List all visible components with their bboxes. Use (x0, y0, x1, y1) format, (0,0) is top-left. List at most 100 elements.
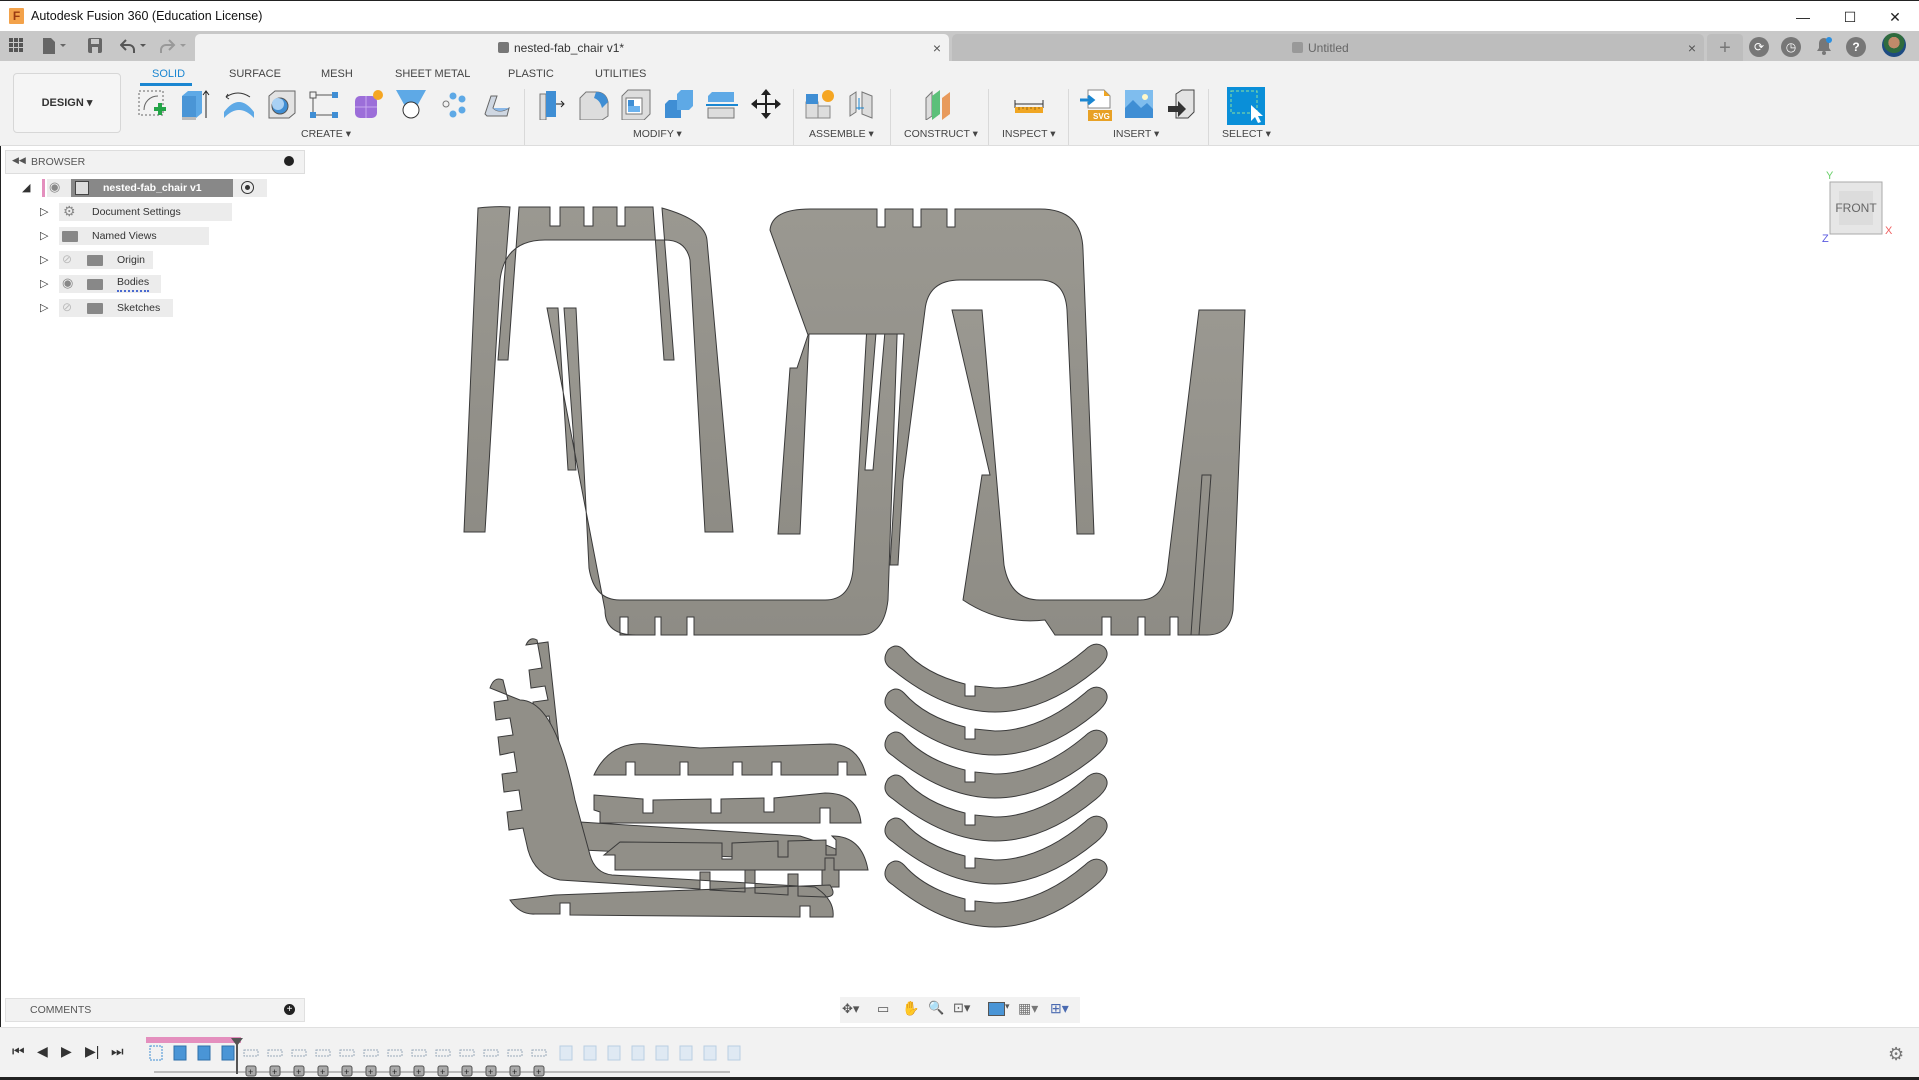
step-forward-button[interactable]: ▶| (85, 1043, 99, 1060)
split-body-icon[interactable] (706, 88, 738, 120)
circular-pattern-icon[interactable] (438, 88, 470, 120)
viewcube-face-label[interactable]: FRONT (1835, 201, 1877, 215)
pan-hand-icon[interactable]: ✋ (902, 1000, 919, 1017)
construct-menu[interactable]: CONSTRUCT ▾ (904, 128, 978, 140)
move-copy-icon[interactable] (750, 88, 782, 120)
tab-untitled[interactable]: Untitled × (952, 34, 1704, 62)
minimize-button[interactable]: — (1780, 5, 1826, 29)
new-component-icon[interactable] (804, 88, 836, 120)
history-clock-icon[interactable]: ◷ (1781, 37, 1801, 57)
grouped-feature-icon[interactable] (531, 1049, 547, 1057)
extrude-feature-icon[interactable] (221, 1045, 235, 1061)
chair-seat-slat[interactable] (593, 792, 862, 824)
save-icon[interactable] (88, 38, 102, 56)
suppressed-feature-icon[interactable] (679, 1045, 693, 1061)
chair-side-frame[interactable] (769, 208, 1095, 566)
close-window-button[interactable]: ✕ (1872, 5, 1918, 29)
new-tab-button[interactable]: + (1707, 34, 1743, 62)
offset-plane-icon[interactable] (922, 88, 954, 121)
close-tab-icon[interactable]: × (933, 34, 941, 62)
joint-icon[interactable] (846, 88, 878, 120)
modify-menu[interactable]: MODIFY ▾ (633, 128, 682, 140)
grouped-feature-icon[interactable] (507, 1049, 523, 1057)
grouped-feature-icon[interactable] (363, 1049, 379, 1057)
orbit-icon[interactable]: ✥▾ (842, 1001, 859, 1017)
tab-nested-fab-chair[interactable]: nested-fab_chair v1* × (195, 34, 949, 62)
display-settings-icon[interactable] (988, 1002, 1005, 1016)
select-tool-icon[interactable] (1227, 87, 1265, 125)
grouped-feature-icon[interactable] (459, 1049, 475, 1057)
loft-icon[interactable] (395, 88, 427, 120)
play-button[interactable]: ▶ (61, 1043, 72, 1060)
insert-menu[interactable]: INSERT ▾ (1113, 128, 1159, 140)
tab-sheet-metal[interactable]: SHEET METAL (395, 68, 470, 80)
file-menu-icon[interactable] (42, 38, 70, 57)
suppressed-feature-icon[interactable] (631, 1045, 645, 1061)
combine-icon[interactable] (663, 88, 695, 120)
notifications-bell-icon[interactable] (1814, 37, 1834, 57)
suppressed-feature-icon[interactable] (727, 1045, 741, 1061)
rectangular-pattern-icon[interactable] (308, 88, 340, 120)
suppressed-feature-icon[interactable] (607, 1045, 621, 1061)
tab-utilities[interactable]: UTILITIES (595, 68, 646, 80)
zoom-icon[interactable]: 🔍 (928, 1000, 944, 1016)
data-panel-grid-icon[interactable] (9, 38, 23, 55)
grouped-feature-icon[interactable] (243, 1049, 259, 1057)
grouped-feature-icon[interactable] (267, 1049, 283, 1057)
measure-icon[interactable] (1013, 88, 1045, 120)
insert-mesh-icon[interactable] (1166, 88, 1198, 120)
tab-plastic[interactable]: PLASTIC (508, 68, 554, 80)
extrude-feature-icon[interactable] (173, 1045, 187, 1061)
grouped-feature-icon[interactable] (339, 1049, 355, 1057)
create-form-icon[interactable] (352, 88, 384, 120)
grouped-feature-icon[interactable] (435, 1049, 451, 1057)
viewports-icon[interactable]: ⊞▾ (1050, 1000, 1069, 1017)
grouped-feature-icon[interactable] (387, 1049, 403, 1057)
close-tab-icon[interactable]: × (1688, 34, 1696, 62)
inspect-menu[interactable]: INSPECT ▾ (1002, 128, 1056, 140)
revolve-icon[interactable] (222, 88, 254, 120)
extrude-icon[interactable] (178, 88, 210, 120)
timeline-features[interactable]: + + + + + + + + + + + + + (140, 1038, 750, 1078)
grouped-feature-icon[interactable] (483, 1049, 499, 1057)
suppressed-feature-icon[interactable] (583, 1045, 597, 1061)
rib-icon[interactable] (481, 88, 513, 120)
insert-svg-icon[interactable]: SVG (1080, 88, 1112, 121)
create-menu[interactable]: CREATE ▾ (301, 128, 351, 140)
press-pull-icon[interactable] (536, 88, 568, 121)
viewcube[interactable]: FRONT Y X Z (1822, 170, 1893, 245)
grid-icon[interactable]: ▦▾ (1018, 1000, 1038, 1017)
maximize-button[interactable]: ☐ (1827, 5, 1873, 29)
extrude-feature-icon[interactable] (197, 1045, 211, 1061)
design-viewport[interactable]: FRONT Y X Z (0, 146, 1919, 996)
assemble-menu[interactable]: ASSEMBLE ▾ (809, 128, 874, 140)
redo-icon[interactable] (160, 38, 190, 57)
fillet-icon[interactable] (578, 88, 610, 121)
shell-icon[interactable] (620, 88, 652, 121)
look-at-icon[interactable]: ▭ (877, 1001, 889, 1017)
undo-icon[interactable] (119, 38, 150, 57)
go-to-start-button[interactable]: ⏮ (12, 1043, 25, 1060)
grouped-feature-icon[interactable] (411, 1049, 427, 1057)
help-icon[interactable]: ? (1846, 37, 1866, 57)
select-menu[interactable]: SELECT ▾ (1222, 128, 1271, 140)
add-comment-icon[interactable]: + (284, 1004, 295, 1015)
workspace-switcher[interactable]: DESIGN ▾ (13, 73, 121, 133)
go-to-end-button[interactable]: ⏭ (111, 1043, 124, 1060)
user-avatar[interactable] (1882, 33, 1906, 57)
timeline-settings-gear-icon[interactable]: ⚙ (1888, 1044, 1904, 1065)
job-status-icon[interactable]: ⟳ (1749, 37, 1769, 57)
grouped-feature-icon[interactable] (291, 1049, 307, 1057)
suppressed-feature-icon[interactable] (703, 1045, 717, 1061)
grouped-feature-icon[interactable] (315, 1049, 331, 1057)
tab-mesh[interactable]: MESH (321, 68, 353, 80)
chair-seat-slat[interactable] (593, 743, 867, 776)
chair-side-frame[interactable] (463, 206, 734, 533)
suppressed-feature-icon[interactable] (559, 1045, 573, 1061)
timeline-marker-handle[interactable] (231, 1038, 243, 1046)
insert-canvas-icon[interactable] (1123, 88, 1155, 120)
fit-icon[interactable]: ⊡▾ (953, 1000, 970, 1016)
tab-solid[interactable]: SOLID (152, 68, 185, 80)
create-sketch-icon[interactable] (136, 88, 168, 120)
sketch-feature-icon[interactable] (149, 1045, 163, 1061)
